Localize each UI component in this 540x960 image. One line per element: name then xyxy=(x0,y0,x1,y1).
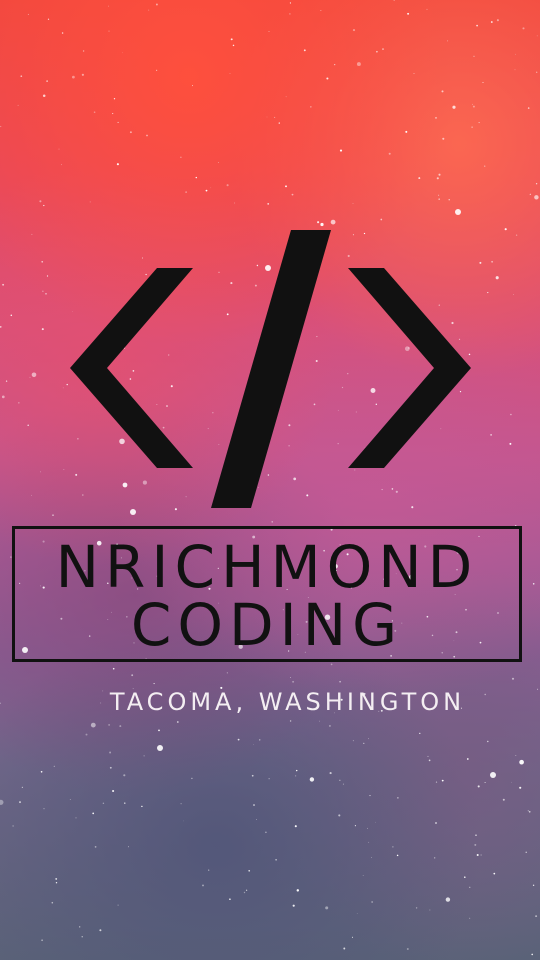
code-brackets-slash-icon xyxy=(70,230,471,508)
location-text: TACOMA, WASHINGTON xyxy=(109,688,466,716)
brand-name-box: NRICHMOND CODING xyxy=(12,526,522,662)
slash-mark xyxy=(211,230,331,508)
brand-name-line-2: CODING xyxy=(130,591,404,659)
splash-screen: NRICHMOND CODING TACOMA, WASHINGTON xyxy=(0,0,540,960)
right-angle-bracket xyxy=(348,268,471,468)
left-angle-bracket xyxy=(70,268,193,468)
brand-name-line-1: NRICHMOND xyxy=(55,533,479,601)
